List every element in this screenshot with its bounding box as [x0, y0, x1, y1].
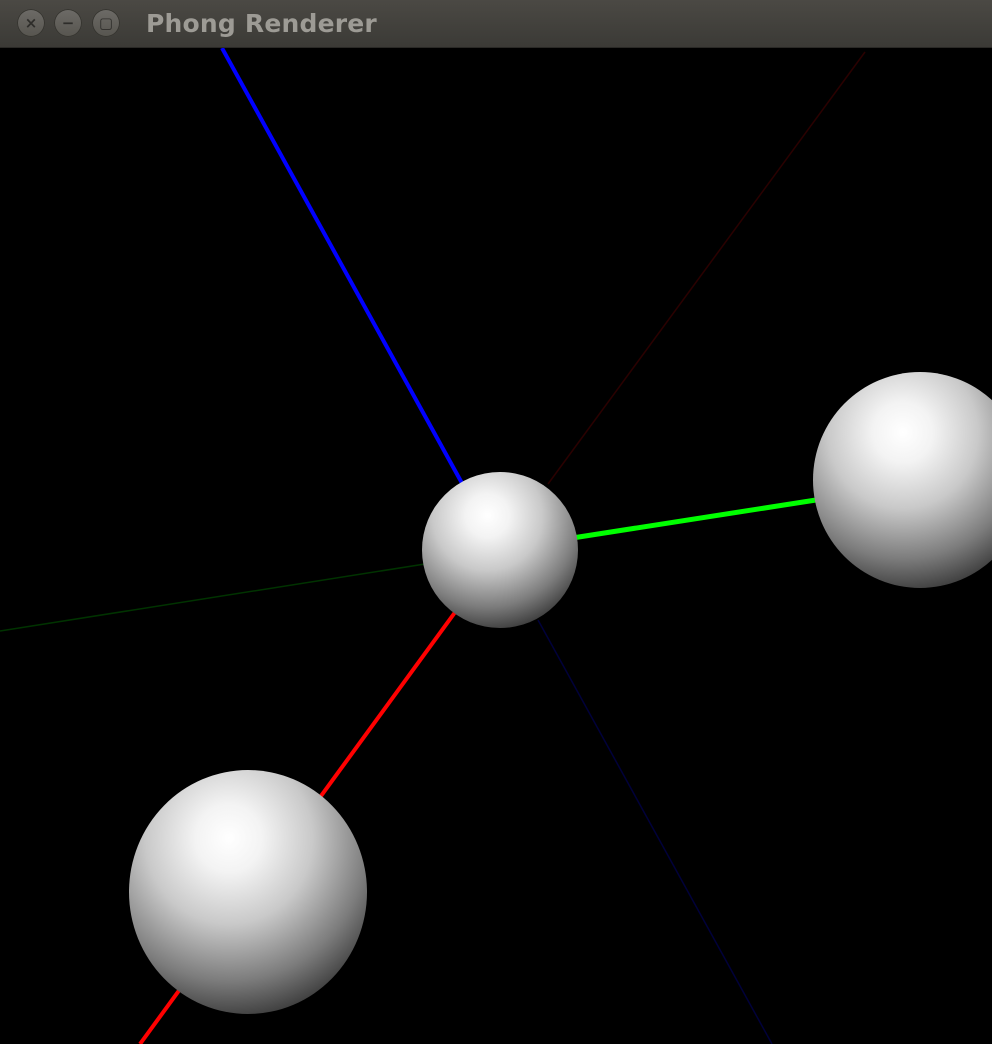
origin-sphere [422, 472, 578, 628]
maximize-icon[interactable]: ▢ [92, 9, 120, 37]
render-viewport[interactable] [0, 48, 992, 1044]
z-positive-axis [220, 48, 465, 486]
z-negative-axis [537, 619, 773, 1044]
y-negative-axis [0, 563, 426, 632]
window-title: Phong Renderer [146, 9, 377, 38]
close-icon[interactable]: × [17, 9, 45, 37]
title-bar[interactable]: × − ▢ Phong Renderer [0, 0, 992, 48]
scene-canvas [0, 48, 992, 1044]
x-negative-axis [547, 51, 866, 485]
app-window: × − ▢ Phong Renderer [0, 0, 992, 1044]
x-axis-sphere [129, 770, 367, 1014]
minimize-icon[interactable]: − [54, 9, 82, 37]
y-positive-axis [565, 497, 817, 542]
y-axis-sphere [813, 372, 992, 588]
